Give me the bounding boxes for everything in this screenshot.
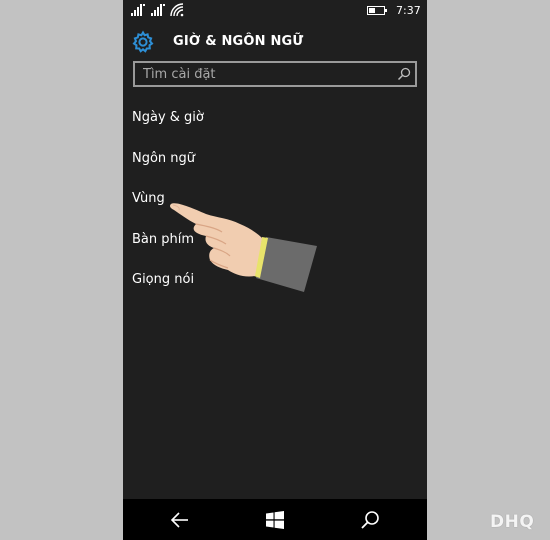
windows-start-icon[interactable] [265, 510, 285, 530]
search-box[interactable] [133, 61, 417, 87]
signal-strength-icon [151, 4, 165, 16]
back-arrow-icon[interactable] [170, 510, 190, 530]
menu-item-language[interactable]: Ngôn ngữ [132, 149, 412, 190]
signal-strength-icon [131, 4, 145, 16]
battery-icon [367, 6, 387, 15]
search-icon[interactable] [397, 67, 411, 81]
status-time: 7:37 [396, 4, 421, 17]
pointing-hand-icon [170, 203, 317, 292]
status-bar: 7:37 [123, 0, 427, 22]
page-header: GIỜ & NGÔN NGỮ [131, 30, 421, 54]
menu-item-date-time[interactable]: Ngày & giờ [132, 108, 412, 149]
gear-icon [132, 30, 154, 53]
search-input[interactable] [135, 63, 385, 85]
navigation-bar [123, 499, 427, 540]
wifi-icon [170, 3, 184, 17]
search-icon[interactable] [360, 510, 380, 530]
watermark-logo: DHQ [490, 512, 535, 532]
phone-screen: 7:37 GIỜ & NGÔN NGỮ Ngày & giờ Ngôn ngữ … [123, 0, 427, 540]
page-title: GIỜ & NGÔN NGỮ [173, 34, 304, 49]
